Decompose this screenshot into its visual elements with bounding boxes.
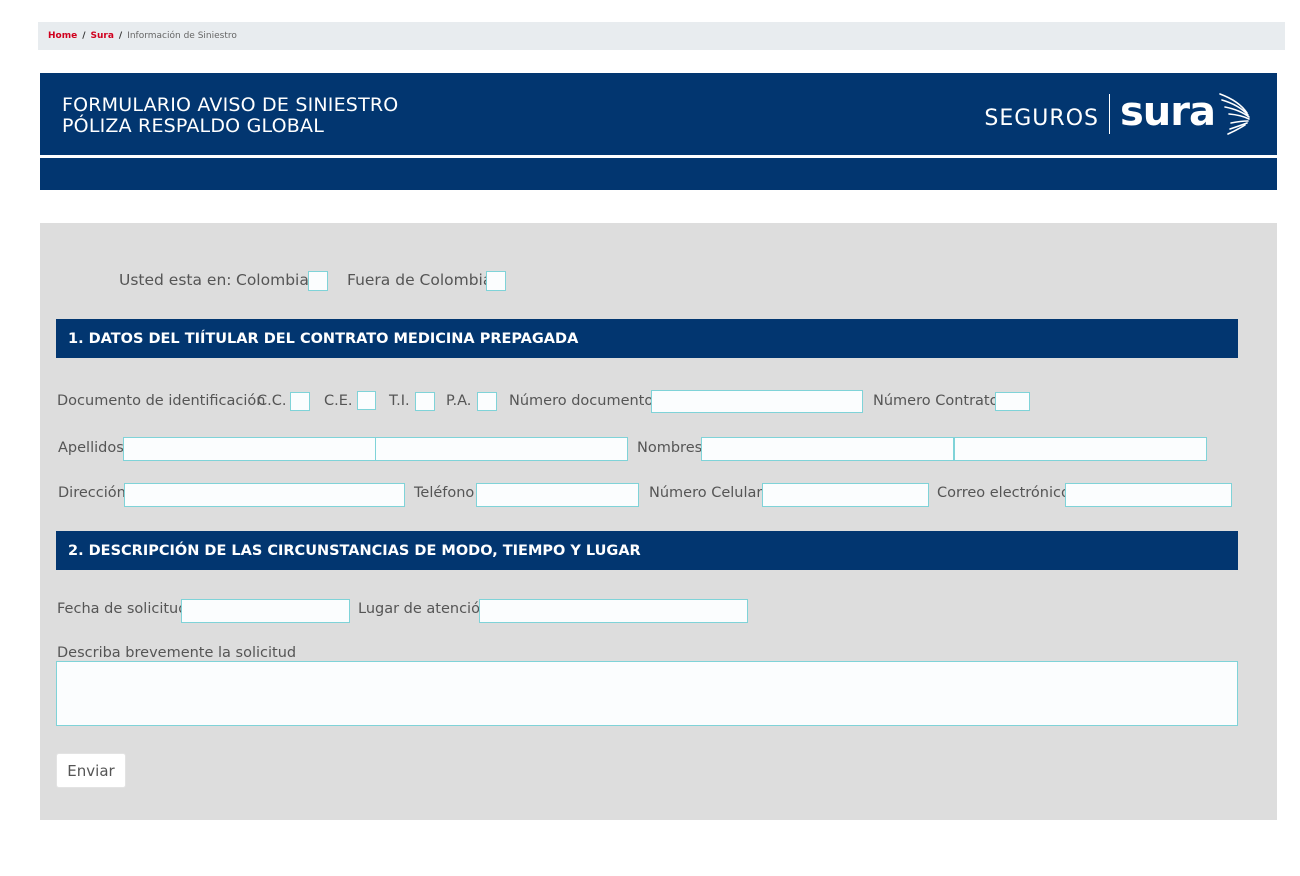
care-place-label: Lugar de atención <box>358 601 490 617</box>
breadcrumb-current: Información de Siniestro <box>127 31 237 41</box>
phone-label: Teléfono <box>414 485 475 501</box>
brand-logo: SEGUROS sura <box>984 90 1251 138</box>
address-label: Dirección <box>58 485 126 501</box>
breadcrumb-sura-link[interactable]: Sura <box>91 31 114 41</box>
doc-ce-label: C.E. <box>324 393 353 409</box>
page-title: FORMULARIO AVISO DE SINIESTRO PÓLIZA RES… <box>62 95 398 137</box>
contract-number-input[interactable] <box>995 392 1030 411</box>
surnames-label: Apellidos <box>58 440 124 456</box>
second-surname-input[interactable] <box>375 437 628 461</box>
description-label: Describa brevemente la solicitud <box>57 645 297 661</box>
brand-sura-text: sura <box>1119 89 1216 135</box>
doc-type-label: Documento de identificación <box>57 393 266 409</box>
contract-number-label: Número Contrato <box>873 393 999 409</box>
request-date-input[interactable] <box>181 599 350 623</box>
breadcrumb: Home / Sura / Información de Siniestro <box>38 22 1285 50</box>
breadcrumb-home-link[interactable]: Home <box>48 31 77 41</box>
page-title-line2: PÓLIZA RESPALDO GLOBAL <box>62 115 324 137</box>
section2-header: 2. DESCRIPCIÓN DE LAS CIRCUNSTANCIAS DE … <box>56 531 1238 570</box>
outside-colombia-checkbox[interactable] <box>486 271 506 291</box>
request-date-label: Fecha de solicitud <box>57 601 188 617</box>
doc-ti-label: T.I. <box>389 393 410 409</box>
colombia-checkbox[interactable] <box>308 271 328 291</box>
outside-colombia-label: Fuera de Colombia <box>347 271 493 289</box>
page-title-line1: FORMULARIO AVISO DE SINIESTRO <box>62 94 399 116</box>
mobile-input[interactable] <box>762 483 929 507</box>
banner-top: FORMULARIO AVISO DE SINIESTRO PÓLIZA RES… <box>40 73 1277 155</box>
submit-button[interactable]: Enviar <box>56 753 126 788</box>
address-input[interactable] <box>124 483 405 507</box>
brand-divider <box>1108 94 1110 134</box>
email-label: Correo electrónico <box>937 485 1070 501</box>
doc-ce-checkbox[interactable] <box>357 391 376 410</box>
claim-form: Usted esta en: Colombia Fuera de Colombi… <box>40 223 1277 820</box>
mobile-label: Número Celular <box>649 485 763 501</box>
email-input[interactable] <box>1065 483 1232 507</box>
names-label: Nombres <box>637 440 703 456</box>
colombia-label: Colombia <box>236 271 309 289</box>
second-name-input[interactable] <box>954 437 1207 461</box>
care-place-input[interactable] <box>479 599 748 623</box>
banner-bottom <box>40 158 1277 190</box>
doc-ti-checkbox[interactable] <box>415 392 435 411</box>
brand-seguros-text: SEGUROS <box>984 105 1099 131</box>
sura-wings-icon <box>1219 93 1250 135</box>
breadcrumb-separator: / <box>82 31 86 41</box>
doc-pa-checkbox[interactable] <box>477 392 497 411</box>
doc-number-label: Número documento <box>509 393 654 409</box>
section1-header: 1. DATOS DEL TIÍTULAR DEL CONTRATO MEDIC… <box>56 319 1238 358</box>
description-textarea[interactable] <box>56 661 1238 726</box>
breadcrumb-separator: / <box>118 31 123 41</box>
phone-input[interactable] <box>476 483 639 507</box>
doc-pa-label: P.A. <box>446 393 472 409</box>
doc-cc-checkbox[interactable] <box>290 392 310 411</box>
doc-number-input[interactable] <box>651 390 863 413</box>
first-surname-input[interactable] <box>123 437 376 461</box>
header-banner: FORMULARIO AVISO DE SINIESTRO PÓLIZA RES… <box>40 73 1277 190</box>
doc-cc-label: C.C. <box>257 393 287 409</box>
first-name-input[interactable] <box>701 437 954 461</box>
location-label: Usted esta en: <box>119 271 232 289</box>
